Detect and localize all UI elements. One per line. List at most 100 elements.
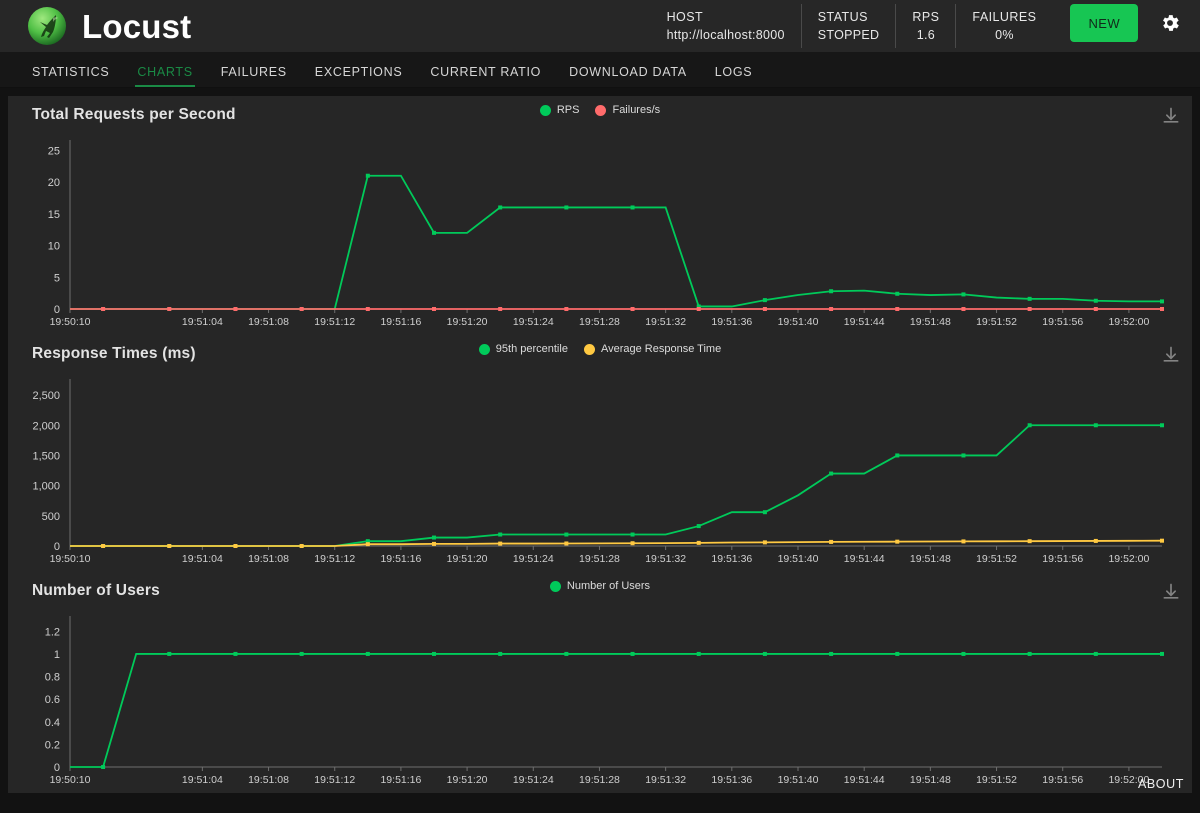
locust-logo-icon [26,5,68,47]
series-point [895,539,900,544]
tab-statistics[interactable]: STATISTICS [18,65,123,88]
series-point [1160,538,1164,543]
tab-logs[interactable]: LOGS [701,65,767,88]
tab-download-data[interactable]: DOWNLOAD DATA [555,65,701,88]
chart-title-response-times: Response Times (ms) [32,345,196,362]
stat-status-value: STOPPED [817,28,880,42]
y-axis-tick-label: 0 [54,762,60,774]
chart-panel-users: Number of Users Number of Users 0 0.2 0.4 0… [8,572,1192,793]
y-axis-tick-label: 10 [48,241,60,253]
series-point [564,541,569,546]
x-axis-tick-label: 19:51:32 [645,553,686,565]
x-axis-tick-label: 19:51:44 [844,553,885,565]
series-point [1160,307,1164,311]
x-axis-tick-label: 19:51:24 [513,774,554,786]
series-point [1027,539,1032,544]
y-axis-tick-label: 1 [54,649,60,661]
y-axis-tick-label: 500 [42,511,60,523]
series-point [233,307,238,311]
x-axis-tick-label: 19:51:04 [182,774,223,786]
series-point [961,651,966,656]
series-point [895,453,900,458]
series-point [101,765,106,769]
series-point [1027,296,1032,301]
series-point [762,307,767,311]
series-point [1160,423,1164,428]
x-axis-tick-label: 19:51:28 [579,553,620,565]
x-axis-tick-label: 19:51:20 [447,553,488,565]
x-axis-tick-label: 19:51:28 [579,316,620,328]
download-chart-button-rps[interactable] [1160,106,1182,128]
series-point [696,524,701,529]
y-axis-tick-label: 0.6 [45,694,60,706]
settings-button[interactable] [1150,4,1190,44]
main-navigation: STATISTICS CHARTS FAILURES EXCEPTIONS CU… [0,52,1200,88]
series-point [961,292,966,297]
series-point [564,532,569,537]
series-line [70,424,1162,547]
series-point [432,230,436,235]
x-axis-tick-label: 19:51:52 [976,774,1017,786]
series-point [233,651,238,656]
x-axis-tick-label: 19:51:20 [447,316,488,328]
series-point [432,651,436,656]
chart-plot-users: 0 0.2 0.4 0.6 0.8 1 1.2 19:50:10 19:51:04 19:51:0… [45,616,1164,786]
series-point [1027,651,1032,656]
x-axis-tick-label: 19:51:08 [248,553,289,565]
x-axis-tick-label: 19:51:24 [513,316,554,328]
x-axis-tick-label: 19:51:04 [182,553,223,565]
about-link[interactable]: ABOUT [1138,777,1184,791]
series-point [630,541,635,546]
x-axis-tick-label: 19:51:52 [976,316,1017,328]
y-axis-tick-label: 2,500 [32,390,60,402]
tab-exceptions[interactable]: EXCEPTIONS [301,65,417,88]
x-axis-tick-label: 19:51:16 [380,316,421,328]
series-point [299,544,304,548]
series-point [1093,423,1098,428]
series-point [564,307,569,311]
series-point [101,307,106,311]
series-point [233,544,238,548]
download-chart-button-response-times[interactable] [1160,345,1182,367]
series-point [630,651,635,656]
download-icon [1161,583,1181,605]
series-point [696,651,701,656]
x-axis-tick-label: 19:51:40 [778,774,819,786]
chart-panel-response-times: Response Times (ms) 95th percentile Avera… [8,335,1192,572]
series-point [696,307,701,311]
download-icon [1161,107,1181,129]
y-axis-tick-label: 1,500 [32,450,60,462]
stat-host-label: HOST [666,10,704,24]
series-point [1160,299,1164,304]
tab-failures[interactable]: FAILURES [207,65,301,88]
x-axis-tick-label: 19:51:32 [645,316,686,328]
series-point [895,651,900,656]
new-test-button[interactable]: NEW [1070,4,1138,42]
header-stats: HOST http://localhost:8000 STATUS STOPPE… [651,4,1200,48]
series-point [498,307,503,311]
tab-current-ratio[interactable]: CURRENT RATIO [416,65,555,88]
y-axis-tick-label: 5 [54,272,60,284]
y-axis-tick-label: 0 [54,304,60,316]
x-axis-tick-label: 19:52:00 [1108,316,1149,328]
series-point [432,307,436,311]
x-axis-tick-label: 19:51:28 [579,774,620,786]
brand: Locust [0,5,191,47]
y-axis-tick-label: 0 [54,541,60,553]
series-point [961,539,966,544]
x-axis-tick-label: 19:52:00 [1108,553,1149,565]
x-axis-tick-label: 19:51:36 [711,774,752,786]
series-point [1027,423,1032,428]
series-point [829,471,834,476]
series-point [564,205,569,210]
stat-status: STATUS STOPPED [800,4,896,48]
series-point [365,307,370,311]
stat-rps-label: RPS [912,10,940,24]
series-point [1160,651,1164,656]
app-header: Locust HOST http://localhost:8000 STATUS… [0,0,1200,52]
download-chart-button-users[interactable] [1160,582,1182,604]
x-axis-tick-label: 19:51:12 [314,316,355,328]
x-axis-tick-label: 19:51:12 [314,774,355,786]
series-line [70,174,1162,310]
tab-charts[interactable]: CHARTS [123,65,206,88]
